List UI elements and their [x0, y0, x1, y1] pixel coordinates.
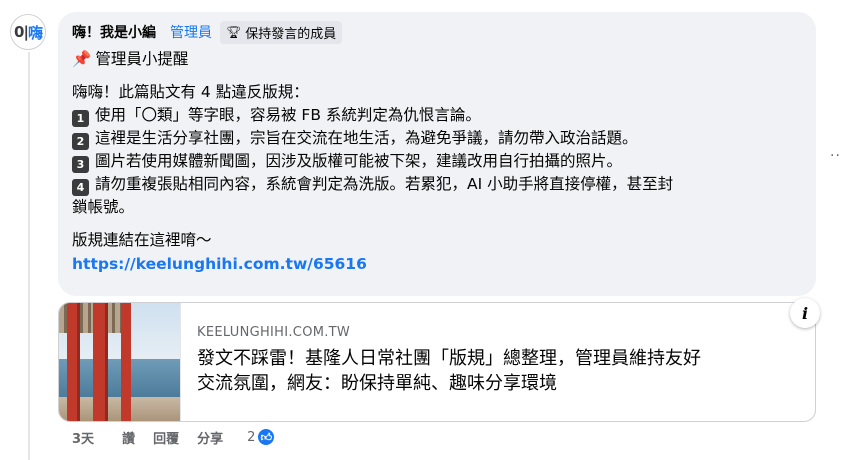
- info-icon[interactable]: i: [790, 298, 820, 328]
- member-badge[interactable]: 🏆︎ 保持發言的成員: [220, 20, 343, 44]
- link-title-line: 發文不踩雷！基隆人日常社團「版規」總整理，管理員維持友好: [197, 348, 701, 369]
- reply-button[interactable]: 回覆: [153, 428, 179, 447]
- share-button[interactable]: 分享: [197, 428, 223, 447]
- comment-actions: 3天 讚 回覆 分享 2 👍︎: [72, 427, 277, 447]
- rule-text: 圖片若使用媒體新聞圖，因涉及版權可能被下架，建議改用自行拍攝的照片。: [95, 152, 623, 170]
- link-title-line: 交流氛圍，網友：盼保持單純、趣味分享環境: [197, 373, 557, 394]
- rule-text: 請勿重複張貼相同內容，系統會判定為洗版。若累犯，AI 小助手將直接停權，甚至封: [95, 175, 674, 193]
- thumbs-up-icon: 👍︎: [256, 427, 277, 447]
- rule-text-continuation: 鎖帳號。: [72, 198, 135, 216]
- like-button[interactable]: 讚: [122, 428, 135, 447]
- rule-number: 1: [72, 110, 89, 127]
- comment-intro: 嗨嗨！此篇貼文有 4 點違反版規：: [72, 83, 309, 101]
- pushpin-icon: 📌: [72, 50, 92, 68]
- comment-heading: 📌 管理員小提醒: [72, 48, 804, 71]
- rule-number: 2: [72, 133, 89, 150]
- rule-number: 4: [72, 179, 89, 196]
- author-role: 管理員: [170, 25, 212, 41]
- rule-text: 使用「〇類」等字眼，容易被 FB 系統判定為仇恨言論。: [95, 106, 481, 124]
- link-intro: 版規連結在這裡唷～: [72, 231, 212, 249]
- comment-header: 嗨！我是小編 管理員 🏆︎ 保持發言的成員: [72, 20, 804, 44]
- link-preview-image[interactable]: [59, 303, 181, 421]
- more-options-button[interactable]: ··: [830, 148, 841, 164]
- thread-line: [28, 52, 30, 460]
- comment-heading-text: 管理員小提醒: [95, 50, 189, 68]
- rule-number: 3: [72, 156, 89, 173]
- avatar-text-left: 0|: [14, 23, 29, 41]
- avatar-text-blue: 嗨: [27, 23, 43, 42]
- link-title: 發文不踩雷！基隆人日常社團「版規」總整理，管理員維持友好 交流氛圍，網友：盼保持…: [197, 346, 801, 396]
- trophy-icon: 🏆︎: [226, 25, 242, 39]
- rule-text: 這裡是生活分享社團，宗旨在交流在地生活，為避免爭議，請勿帶入政治話題。: [95, 129, 638, 147]
- rule-item: 1 使用「〇類」等字眼，容易被 FB 系統判定為仇恨言論。: [72, 104, 804, 127]
- rule-item: 4 請勿重複張貼相同內容，系統會判定為洗版。若累犯，AI 小助手將直接停權，甚至封: [72, 173, 804, 196]
- reaction-summary[interactable]: 2 👍︎: [247, 427, 277, 447]
- link-domain: KEELUNGHIHI.COM.TW: [197, 325, 351, 340]
- avatar[interactable]: 0| 嗨: [10, 14, 46, 50]
- link-preview-text[interactable]: KEELUNGHIHI.COM.TW 發文不踩雷！基隆人日常社團「版規」總整理，…: [181, 303, 815, 421]
- member-badge-label: 保持發言的成員: [245, 26, 337, 42]
- rules-link[interactable]: https://keelunghihi.com.tw/65616: [72, 252, 804, 276]
- comment-bubble: 嗨！我是小編 管理員 🏆︎ 保持發言的成員 📌 管理員小提醒 嗨嗨！此篇貼文有 4…: [58, 12, 816, 296]
- reaction-count: 2: [247, 429, 256, 445]
- link-preview-card[interactable]: KEELUNGHIHI.COM.TW 發文不踩雷！基隆人日常社團「版規」總整理，…: [58, 302, 816, 422]
- rule-item: 3 圖片若使用媒體新聞圖，因涉及版權可能被下架，建議改用自行拍攝的照片。: [72, 150, 804, 173]
- rule-item: 2 這裡是生活分享社團，宗旨在交流在地生活，為避免爭議，請勿帶入政治話題。: [72, 127, 804, 150]
- comment-timestamp[interactable]: 3天: [72, 428, 94, 447]
- comment-author[interactable]: 嗨！我是小編: [72, 22, 156, 42]
